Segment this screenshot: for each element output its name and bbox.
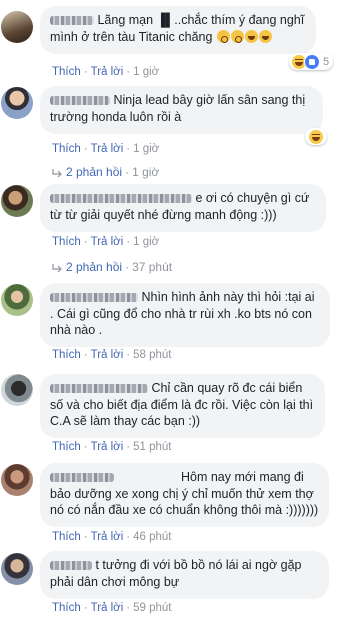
author-name[interactable]: [50, 194, 192, 204]
view-replies[interactable]: 2 phản hồi · 1 giờ: [52, 165, 159, 179]
reactions-summary[interactable]: 5: [289, 53, 334, 70]
author-name[interactable]: [50, 561, 92, 571]
comment-time[interactable]: 1 giờ: [133, 236, 159, 248]
comment-actions: Thích · Trả lời · 59 phút: [52, 602, 172, 614]
comment-actions: Thích · Trả lời · 1 giờ: [52, 66, 160, 78]
avatar[interactable]: [1, 374, 33, 406]
comment-bubble: Chỉ cần quay rõ đc cái biển số và cho bi…: [40, 374, 325, 438]
reply-link[interactable]: Trả lời: [91, 602, 124, 614]
reactions-summary[interactable]: [305, 128, 327, 145]
reply-arrow-icon: [52, 168, 62, 177]
replies-count[interactable]: 2 phản hồi: [66, 165, 122, 179]
laugh-emoji: [244, 29, 258, 43]
comment-bubble: Lãng mạn ▐▌..chắc thím ý đang nghĩ mình …: [40, 6, 316, 54]
like-link[interactable]: Thích: [52, 441, 81, 453]
comment-time[interactable]: 51 phút: [133, 441, 171, 453]
reply-arrow-icon: [52, 263, 62, 272]
avatar[interactable]: [1, 553, 33, 585]
avatar[interactable]: [1, 284, 33, 316]
open-mouth-emoji: [230, 29, 244, 43]
like-link[interactable]: Thích: [52, 349, 81, 361]
reply-link[interactable]: Trả lời: [91, 441, 124, 453]
reply-link[interactable]: Trả lời: [91, 143, 124, 155]
reply-link[interactable]: Trả lời: [91, 349, 124, 361]
comment-bubble: Ninja lead bây giờ lấn sân sang thị trườ…: [40, 86, 323, 134]
like-link[interactable]: Thích: [52, 602, 81, 614]
author-name[interactable]: [50, 96, 110, 106]
like-icon: [304, 53, 320, 70]
comment-actions: Thích · Trả lời · 58 phút: [52, 349, 172, 361]
reply-link[interactable]: Trả lời: [91, 236, 124, 248]
comment-bubble: t tưởng đi với bồ bồ nó lái ai ngờ gặp p…: [40, 551, 329, 599]
like-link[interactable]: Thích: [52, 143, 81, 155]
like-link[interactable]: Thích: [52, 66, 81, 78]
avatar[interactable]: [1, 87, 33, 119]
replies-count[interactable]: 2 phản hồi: [66, 260, 122, 274]
avatar[interactable]: [1, 185, 33, 217]
replies-time: 1 giờ: [132, 165, 160, 179]
comment-time[interactable]: 46 phút: [133, 531, 171, 543]
comment-actions: Thích · Trả lời · 46 phút: [52, 531, 172, 543]
comment-time[interactable]: 58 phút: [133, 349, 171, 361]
replies-time: 37 phút: [132, 260, 173, 274]
like-link[interactable]: Thích: [52, 531, 81, 543]
avatar[interactable]: [1, 11, 33, 43]
view-replies[interactable]: 2 phản hồi · 37 phút: [52, 260, 172, 274]
like-link[interactable]: Thích: [52, 236, 81, 248]
author-name[interactable]: [50, 293, 138, 303]
author-name[interactable]: [50, 16, 94, 26]
comment-actions: Thích · Trả lời · 51 phút: [52, 441, 172, 453]
comment-bubble: Nhìn hình ảnh này thì hỏi :tại ai . Cái …: [40, 283, 330, 347]
comment-time[interactable]: 59 phút: [133, 602, 171, 614]
reply-link[interactable]: Trả lời: [91, 531, 124, 543]
author-name[interactable]: [50, 384, 148, 394]
comment-actions: Thích · Trả lời · 1 giờ: [52, 143, 160, 155]
open-mouth-emoji: [216, 29, 230, 43]
laugh-emoji: [258, 29, 272, 43]
comment-bubble: e ơi có chuyện gì cứ từ từ giải quyết nh…: [40, 184, 326, 232]
comment-actions: Thích · Trả lời · 1 giờ: [52, 236, 160, 248]
reply-link[interactable]: Trả lời: [91, 66, 124, 78]
author-name[interactable]: [50, 473, 114, 483]
comment-time[interactable]: 1 giờ: [133, 66, 159, 78]
reaction-count: 5: [323, 55, 330, 68]
haha-icon: [308, 128, 324, 145]
comment-time[interactable]: 1 giờ: [133, 143, 159, 155]
comment-bubble: Hôm nay mới mang đi bảo dưỡng xe xong ch…: [40, 463, 329, 527]
avatar[interactable]: [1, 464, 33, 496]
